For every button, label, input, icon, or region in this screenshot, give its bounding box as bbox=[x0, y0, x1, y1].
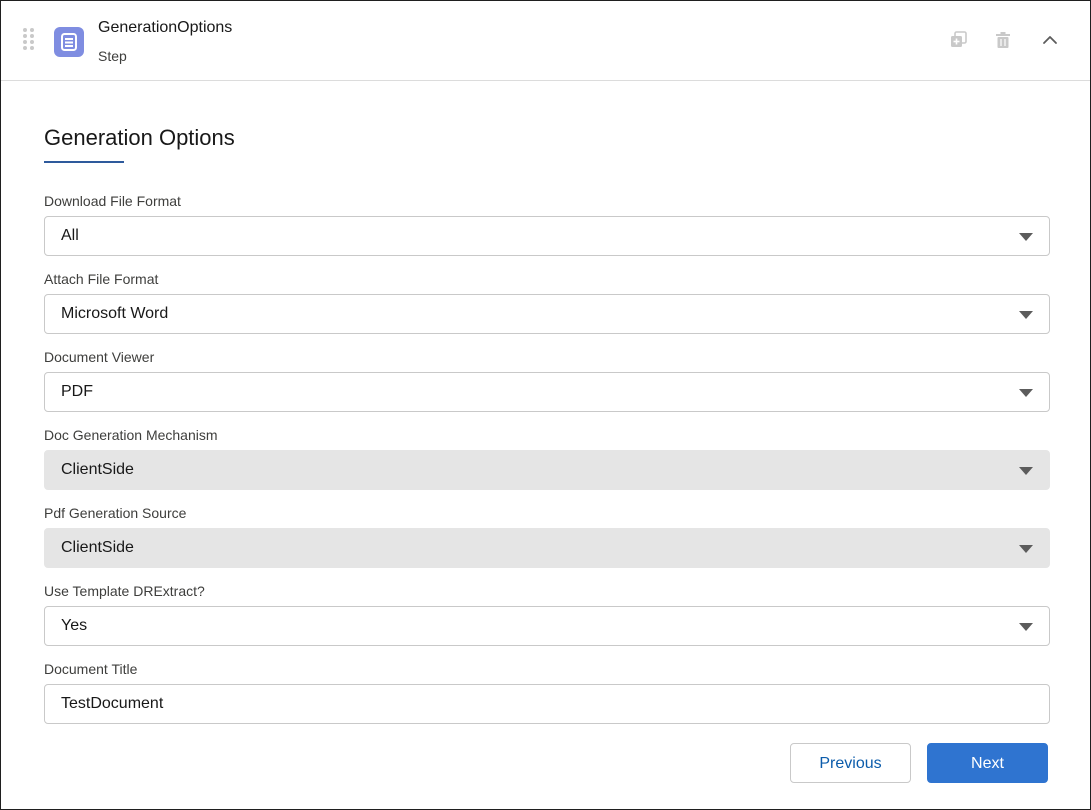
caret-down-icon bbox=[1019, 389, 1033, 397]
drag-handle-icon[interactable] bbox=[23, 28, 37, 50]
document-list-icon bbox=[54, 27, 84, 57]
select-value: All bbox=[61, 227, 79, 244]
next-button[interactable]: Next bbox=[927, 743, 1048, 783]
attach-file-format-label: Attach File Format bbox=[44, 271, 159, 287]
download-file-format-label: Download File Format bbox=[44, 193, 181, 209]
select-value: ClientSide bbox=[61, 461, 134, 478]
caret-down-icon bbox=[1019, 467, 1033, 475]
document-title-label: Document Title bbox=[44, 661, 138, 677]
use-template-drextract-select[interactable]: Yes bbox=[44, 606, 1050, 646]
document-title-input[interactable]: TestDocument bbox=[44, 684, 1050, 724]
download-file-format-select[interactable]: All bbox=[44, 216, 1050, 256]
trash-icon[interactable] bbox=[993, 30, 1013, 50]
select-value: Yes bbox=[61, 617, 88, 634]
select-value: PDF bbox=[61, 383, 93, 400]
document-viewer-select[interactable]: PDF bbox=[44, 372, 1050, 412]
chevron-up-icon[interactable] bbox=[1040, 30, 1060, 50]
step-panel: GenerationOptions Step Generation Option… bbox=[0, 0, 1091, 810]
pdf-generation-source-label: Pdf Generation Source bbox=[44, 505, 187, 521]
caret-down-icon bbox=[1019, 623, 1033, 631]
select-value: ClientSide bbox=[61, 539, 134, 556]
copy-icon[interactable] bbox=[949, 30, 969, 50]
doc-generation-mechanism-label: Doc Generation Mechanism bbox=[44, 427, 218, 443]
step-title: GenerationOptions bbox=[98, 19, 233, 36]
card-title: Generation Options bbox=[44, 125, 235, 150]
step-subtitle: Step bbox=[98, 48, 127, 64]
attach-file-format-select[interactable]: Microsoft Word bbox=[44, 294, 1050, 334]
document-viewer-label: Document Viewer bbox=[44, 349, 155, 365]
caret-down-icon bbox=[1019, 545, 1033, 553]
previous-button[interactable]: Previous bbox=[790, 743, 911, 783]
caret-down-icon bbox=[1019, 233, 1033, 241]
input-value: TestDocument bbox=[61, 695, 164, 712]
doc-generation-mechanism-select: ClientSide bbox=[44, 450, 1050, 490]
title-underline bbox=[44, 161, 124, 163]
pdf-generation-source-select: ClientSide bbox=[44, 528, 1050, 568]
caret-down-icon bbox=[1019, 311, 1033, 319]
use-template-drextract-label: Use Template DRExtract? bbox=[44, 583, 205, 599]
step-header: GenerationOptions Step bbox=[1, 1, 1090, 81]
select-value: Microsoft Word bbox=[61, 305, 169, 322]
